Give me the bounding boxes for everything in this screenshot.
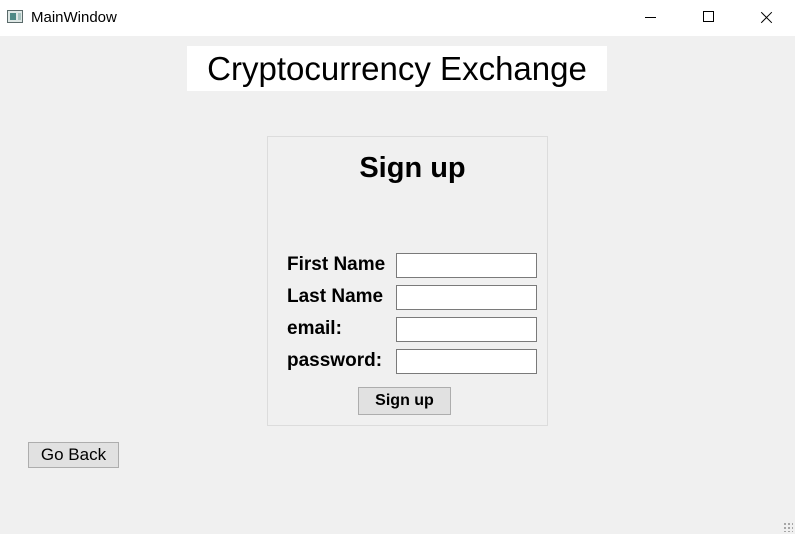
email-label: email:: [287, 318, 342, 339]
signup-button[interactable]: Sign up: [358, 387, 451, 415]
header-banner: Cryptocurrency Exchange: [187, 46, 607, 91]
signup-panel: Sign up First Name Last Name email: pass…: [267, 136, 548, 426]
page-title: Cryptocurrency Exchange: [207, 50, 587, 87]
main-window: MainWindow Cryptocurrency Exchange Sign …: [0, 0, 795, 534]
email-input[interactable]: [396, 317, 537, 342]
resize-grip-icon[interactable]: [783, 522, 793, 532]
close-button[interactable]: [737, 0, 795, 36]
password-label: password:: [287, 350, 383, 371]
go-back-button[interactable]: Go Back: [28, 442, 119, 468]
minimize-icon: [645, 17, 656, 18]
last-name-label: Last Name: [287, 286, 384, 307]
maximize-icon: [703, 11, 714, 22]
password-input[interactable]: [396, 349, 537, 374]
first-name-label: First Name: [287, 254, 386, 275]
minimize-button[interactable]: [621, 0, 679, 36]
maximize-button[interactable]: [679, 0, 737, 36]
title-bar[interactable]: MainWindow: [0, 0, 795, 36]
last-name-input[interactable]: [396, 285, 537, 310]
signup-title: Sign up: [359, 152, 466, 184]
app-window-icon: [7, 10, 23, 23]
window-title: MainWindow: [31, 9, 117, 26]
first-name-input[interactable]: [396, 253, 537, 278]
close-icon: [760, 11, 773, 24]
